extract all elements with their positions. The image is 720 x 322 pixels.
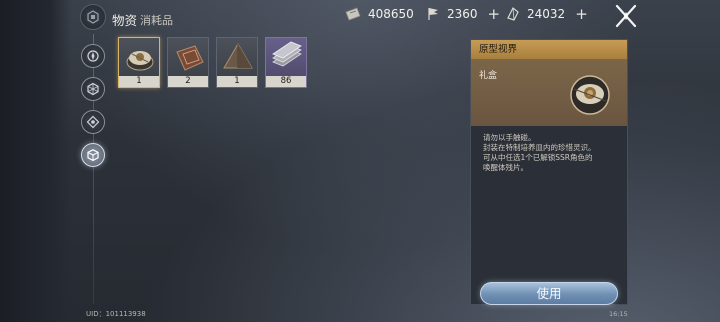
home-emblem-icon[interactable] xyxy=(80,4,106,30)
inventory-item-gift-box[interactable]: 1 xyxy=(118,37,160,88)
gift-box-icon xyxy=(126,51,154,71)
cube-icon xyxy=(87,149,99,162)
item-detail-card: 礼盒 xyxy=(471,59,627,126)
crystal-icon xyxy=(507,7,519,21)
currency-flag: 2360 + xyxy=(425,4,500,24)
nav-compass-button[interactable] xyxy=(81,44,105,68)
pyramid-icon xyxy=(223,43,253,69)
use-button[interactable]: 使用 xyxy=(480,282,618,305)
nav-hexagon-button[interactable] xyxy=(81,77,105,101)
nav-cube-button[interactable] xyxy=(81,143,105,167)
currency-ticket: 408650 xyxy=(344,4,414,24)
left-nav-background xyxy=(0,0,72,322)
compass-icon xyxy=(87,50,99,62)
currency-crystal: 24032 + xyxy=(505,4,588,24)
close-icon xyxy=(615,4,637,28)
item-detail-type: 礼盒 xyxy=(479,71,498,81)
inventory-item-pyramid[interactable]: 1 xyxy=(216,37,258,88)
item-detail-title: 原型视界 xyxy=(471,40,627,59)
page-subtitle: 消耗品 xyxy=(140,14,173,27)
description-line: 唤醒体残片。 xyxy=(483,163,528,172)
item-count: 86 xyxy=(266,76,306,87)
close-button[interactable] xyxy=(612,3,640,29)
bars-icon xyxy=(272,41,302,67)
diamond-icon xyxy=(86,115,100,129)
gift-box-large-icon xyxy=(570,75,610,115)
item-count: 1 xyxy=(119,76,159,87)
ticket-icon xyxy=(345,7,361,21)
book-icon xyxy=(176,45,204,71)
description-line: 封装在特制培养皿内的珍惜灵识。 xyxy=(483,143,596,152)
add-flag-button[interactable]: + xyxy=(488,6,501,22)
add-crystal-button[interactable]: + xyxy=(575,6,588,22)
description-line: 请勿以手触碰。 xyxy=(483,133,536,142)
clock-time: 16:15 xyxy=(609,310,628,318)
item-count: 2 xyxy=(168,76,208,87)
currency-flag-value: 2360 xyxy=(447,7,478,21)
hexagon-icon xyxy=(87,82,99,96)
description-line: 可从中任选1个已解锁SSR角色的 xyxy=(483,153,593,162)
currency-ticket-value: 408650 xyxy=(368,7,414,21)
user-id: UID：101113938 xyxy=(86,310,146,318)
inventory-item-book[interactable]: 2 xyxy=(167,37,209,88)
inventory-item-bars[interactable]: 86 xyxy=(265,37,307,88)
item-detail-panel: 原型视界 礼盒 请勿以手触碰。 封装在特制培养皿内的珍惜灵识。 可从中任选1个已… xyxy=(470,39,628,305)
item-detail-description: 请勿以手触碰。 封装在特制培养皿内的珍惜灵识。 可从中任选1个已解锁SSR角色的… xyxy=(483,133,623,173)
item-count: 1 xyxy=(217,76,257,87)
nav-diamond-button[interactable] xyxy=(81,110,105,134)
page-title: 物资 xyxy=(112,13,138,28)
nav-divider xyxy=(93,34,94,304)
currency-crystal-value: 24032 xyxy=(527,7,566,21)
flag-icon xyxy=(428,8,438,20)
